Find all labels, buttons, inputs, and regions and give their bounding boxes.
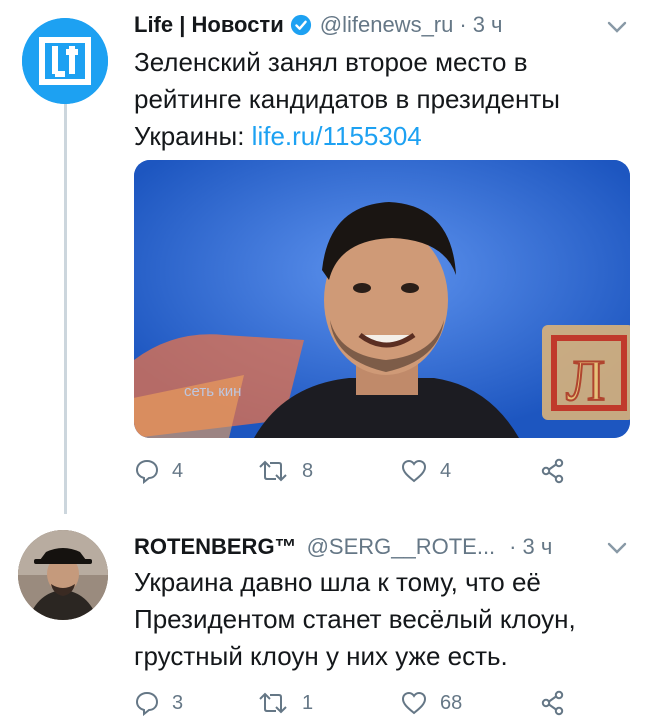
- display-name[interactable]: ROTENBERG™: [134, 534, 297, 560]
- timestamp[interactable]: 3 ч: [523, 534, 553, 560]
- like-count: 68: [440, 691, 463, 714]
- display-name[interactable]: Life | Новости: [134, 12, 284, 38]
- tweet-header: ROTENBERG™ @SERG__ROTE... · 3 ч: [134, 530, 552, 564]
- reply-count: 4: [172, 459, 184, 482]
- user-handle[interactable]: @lifenews_ru: [320, 12, 454, 38]
- avatar[interactable]: [22, 18, 108, 104]
- media-letter-text: Л: [566, 348, 605, 413]
- reply-icon: [135, 459, 159, 484]
- tweet-actions: 4 8 4: [134, 458, 594, 492]
- like-count: 4: [440, 459, 452, 482]
- tweet-media-image[interactable]: сеть кин Л: [134, 160, 630, 438]
- reply-count: 3: [172, 691, 184, 714]
- photo-illustration: сеть кин Л: [134, 160, 630, 438]
- reply-icon: [135, 691, 159, 716]
- tweet-life-news[interactable]: Life | Новости @lifenews_ru · 3 ч Зеленс…: [0, 0, 647, 520]
- like-icon: [401, 691, 427, 715]
- reply-button[interactable]: 3: [134, 690, 183, 716]
- retweet-button[interactable]: 8: [256, 458, 313, 484]
- like-icon: [401, 459, 427, 483]
- like-button[interactable]: 68: [400, 690, 462, 716]
- retweet-count: 1: [302, 691, 314, 714]
- avatar[interactable]: [18, 530, 108, 620]
- share-icon: [541, 690, 564, 716]
- retweet-button[interactable]: 1: [256, 690, 313, 716]
- media-caption-text: сеть кин: [184, 383, 241, 400]
- tweet-text: Зеленский занял второе место в рейтинге …: [134, 44, 634, 155]
- share-button[interactable]: [540, 690, 578, 716]
- chevron-down-icon[interactable]: [606, 541, 628, 555]
- user-handle[interactable]: @SERG__ROTE...: [307, 534, 496, 560]
- share-icon: [541, 458, 564, 484]
- share-button[interactable]: [540, 458, 578, 484]
- separator-dot: ·: [509, 534, 517, 559]
- tweet-header: Life | Новости @lifenews_ru · 3 ч: [134, 8, 503, 42]
- life-logo-icon: [22, 18, 108, 104]
- retweet-icon: [259, 460, 287, 482]
- retweet-icon: [259, 692, 287, 714]
- reply-button[interactable]: 4: [134, 458, 183, 484]
- like-button[interactable]: 4: [400, 458, 451, 484]
- tweet-text: Украина давно шла к тому, что её Президе…: [134, 564, 624, 675]
- tweet-link[interactable]: life.ru/1155304: [252, 121, 422, 151]
- user-avatar-photo: [18, 530, 108, 620]
- tweet-body: Украина давно шла к тому, что её Президе…: [134, 567, 576, 671]
- retweet-count: 8: [302, 459, 314, 482]
- separator-dot: ·: [459, 12, 467, 37]
- chevron-down-icon[interactable]: [606, 20, 628, 34]
- verified-badge-icon: [290, 14, 311, 36]
- tweet-actions: 3 1 68: [134, 690, 594, 724]
- timestamp[interactable]: 3 ч: [473, 12, 503, 38]
